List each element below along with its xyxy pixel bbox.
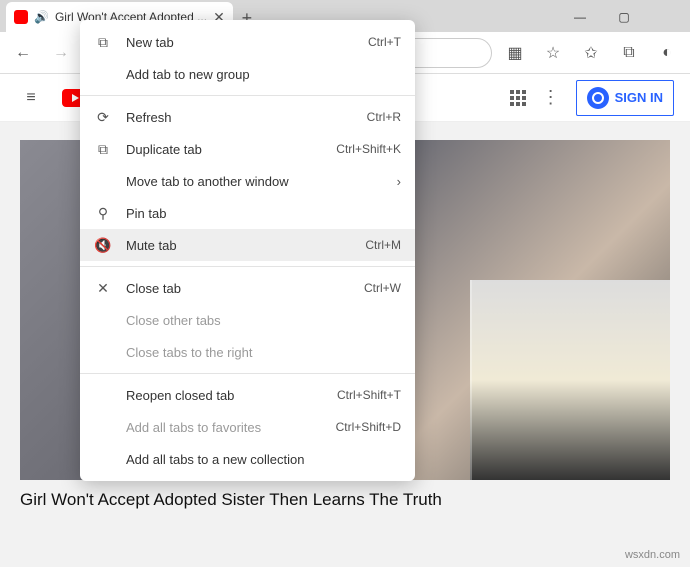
menu-item-close-tabs-to-the-right: Close tabs to the right [80, 336, 415, 368]
menu-separator [80, 266, 415, 267]
menu-item-move-tab-to-another-window[interactable]: Move tab to another window › [80, 165, 415, 197]
picture-in-picture [470, 280, 670, 480]
forward-button[interactable]: → [46, 38, 76, 68]
extensions-icon[interactable]: ▦ [500, 38, 530, 68]
menu-item-icon: ⚲ [94, 205, 112, 222]
menu-item-icon: ✕ [94, 280, 112, 297]
youtube-kebab-icon[interactable]: ⋮ [542, 87, 560, 108]
menu-separator [80, 95, 415, 96]
menu-item-label: Reopen closed tab [126, 388, 323, 403]
menu-item-label: Mute tab [126, 238, 351, 253]
menu-item-shortcut: Ctrl+R [367, 110, 401, 124]
apps-grid-icon[interactable] [510, 90, 526, 106]
menu-item-close-other-tabs: Close other tabs [80, 304, 415, 336]
menu-item-add-all-tabs-to-a-new-collection[interactable]: Add all tabs to a new collection [80, 443, 415, 475]
menu-item-add-all-tabs-to-favorites: Add all tabs to favorites Ctrl+Shift+D [80, 411, 415, 443]
maximize-button[interactable]: ▢ [602, 2, 646, 32]
window-controls: — ▢ ✕ [558, 2, 690, 32]
profile-icon[interactable]: ◐ [652, 38, 682, 68]
menu-item-label: Refresh [126, 110, 353, 125]
menu-item-icon: ⧉ [94, 141, 112, 158]
video-title: Girl Won't Accept Adopted Sister Then Le… [20, 490, 670, 510]
menu-item-icon: ⧉ [94, 34, 112, 51]
menu-item-label: New tab [126, 35, 354, 50]
favorites-bar-icon[interactable]: ✩ [576, 38, 606, 68]
menu-item-reopen-closed-tab[interactable]: Reopen closed tab Ctrl+Shift+T [80, 379, 415, 411]
menu-item-label: Pin tab [126, 206, 401, 221]
watermark: wsxdn.com [625, 549, 680, 561]
menu-item-label: Close tabs to the right [126, 345, 401, 360]
menu-item-label: Close other tabs [126, 313, 401, 328]
menu-item-icon: ⟳ [94, 109, 112, 126]
menu-item-new-tab[interactable]: ⧉ New tab Ctrl+T [80, 26, 415, 58]
menu-item-shortcut: Ctrl+Shift+K [336, 142, 401, 156]
menu-item-shortcut: Ctrl+Shift+D [336, 420, 401, 434]
back-button[interactable]: ← [8, 38, 38, 68]
menu-item-label: Add all tabs to favorites [126, 420, 322, 435]
menu-item-close-tab[interactable]: ✕ Close tab Ctrl+W [80, 272, 415, 304]
menu-item-shortcut: Ctrl+M [365, 238, 401, 252]
menu-item-add-tab-to-new-group[interactable]: Add tab to new group [80, 58, 415, 90]
menu-item-label: Add tab to new group [126, 67, 401, 82]
minimize-button[interactable]: — [558, 2, 602, 32]
tab-context-menu: ⧉ New tab Ctrl+T Add tab to new group ⟳ Refre… [80, 20, 415, 481]
sign-in-label: SIGN IN [615, 90, 663, 105]
menu-item-mute-tab[interactable]: 🔇 Mute tab Ctrl+M [80, 229, 415, 261]
favorites-icon[interactable]: ☆ [538, 38, 568, 68]
menu-item-label: Close tab [126, 281, 350, 296]
menu-item-duplicate-tab[interactable]: ⧉ Duplicate tab Ctrl+Shift+K [80, 133, 415, 165]
menu-item-shortcut: Ctrl+Shift+T [337, 388, 401, 402]
menu-separator [80, 373, 415, 374]
submenu-arrow-icon: › [397, 174, 401, 189]
menu-item-label: Duplicate tab [126, 142, 322, 157]
menu-item-pin-tab[interactable]: ⚲ Pin tab [80, 197, 415, 229]
menu-item-icon: 🔇 [94, 237, 112, 254]
menu-item-label: Add all tabs to a new collection [126, 452, 401, 467]
hamburger-icon[interactable]: ≡ [16, 83, 46, 113]
menu-item-shortcut: Ctrl+T [368, 35, 401, 49]
collections-icon[interactable]: ⧉ [614, 38, 644, 68]
menu-item-refresh[interactable]: ⟳ Refresh Ctrl+R [80, 101, 415, 133]
audio-icon: 🔊 [34, 10, 49, 24]
sign-in-button[interactable]: SIGN IN [576, 80, 674, 116]
youtube-favicon-icon [14, 10, 28, 24]
menu-item-label: Move tab to another window [126, 174, 383, 189]
menu-item-shortcut: Ctrl+W [364, 281, 401, 295]
user-circle-icon [587, 87, 609, 109]
